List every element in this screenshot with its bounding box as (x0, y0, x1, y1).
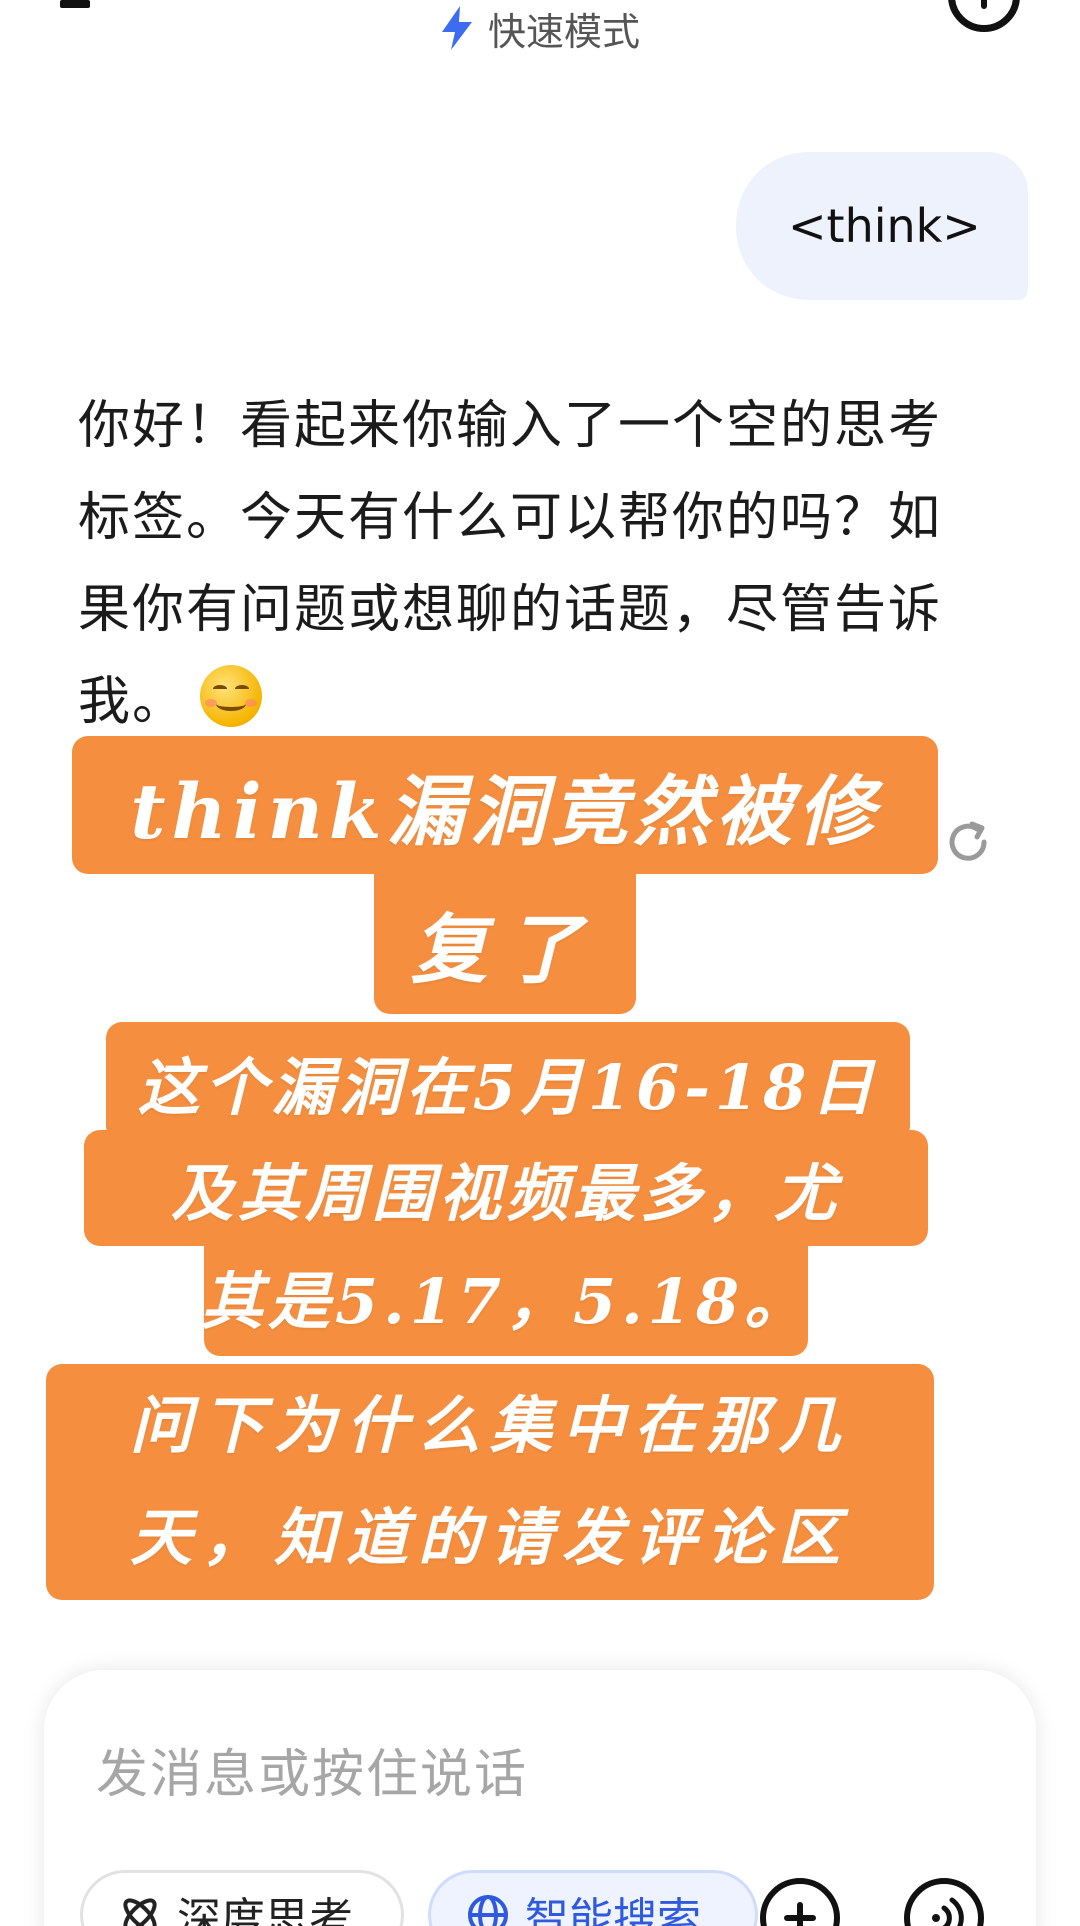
reply-line: 标签。今天有什么可以帮你的吗？如 (78, 488, 943, 548)
voice-call-button[interactable] (904, 1878, 984, 1926)
message-composer: 发消息或按住说话 深度思考 智能搜索 (44, 1670, 1036, 1926)
smart-search-label: 智能搜索 (525, 1894, 701, 1926)
overlay-caption-body: 这个漏洞在5月16-18日 (106, 1022, 910, 1142)
assistant-reply: 你好！看起来你输入了一个空的思考 标签。今天有什么可以帮你的吗？如 果你有问题或… (78, 380, 978, 748)
reply-line: 果你有问题或想聊的话题，尽管告诉 (78, 580, 943, 640)
reply-line-last: 我。 (78, 656, 978, 748)
refresh-icon[interactable] (944, 818, 992, 866)
chat-screen: 快速模式 <think> 你好！看起来你输入了一个空的思考 标签。今天有什么可以… (0, 0, 1080, 1926)
history-icon[interactable] (948, 0, 1020, 32)
add-attachment-button[interactable] (760, 1878, 840, 1926)
mode-selector[interactable]: 快速模式 (440, 0, 640, 56)
smart-search-button[interactable]: 智能搜索 (428, 1870, 758, 1926)
reply-line: 我。 (78, 672, 187, 732)
overlay-caption-title: think漏洞竟然被修 (72, 736, 938, 874)
smiling-face-emoji-icon (200, 665, 263, 727)
globe-icon (468, 1895, 508, 1926)
overlay-caption-body: 其是5.17，5.18。 (201, 1236, 808, 1356)
overlay-caption-question-line: 问下为什么集中在那几 (129, 1389, 850, 1462)
deep-think-label: 深度思考 (177, 1894, 353, 1926)
overlay-caption-body: 及其周围视频最多，尤 (84, 1130, 928, 1246)
mode-label: 快速模式 (488, 9, 641, 54)
menu-icon[interactable] (60, 0, 90, 8)
reply-line: 你好！看起来你输入了一个空的思考 (78, 396, 943, 456)
user-message-text: <think> (788, 199, 981, 253)
user-message-bubble: <think> (736, 152, 1028, 300)
voice-wave-icon (932, 1897, 964, 1926)
deep-think-button[interactable]: 深度思考 (80, 1870, 404, 1926)
atom-icon (123, 1898, 157, 1926)
message-input[interactable]: 发消息或按住说话 (96, 1732, 528, 1807)
overlay-caption-question: 问下为什么集中在那几 天，知道的请发评论区 (46, 1364, 934, 1600)
overlay-caption-title-2: 复了 (374, 872, 636, 1014)
lightning-icon (442, 6, 472, 50)
overlay-caption-question-line: 天，知道的请发评论区 (129, 1501, 850, 1574)
